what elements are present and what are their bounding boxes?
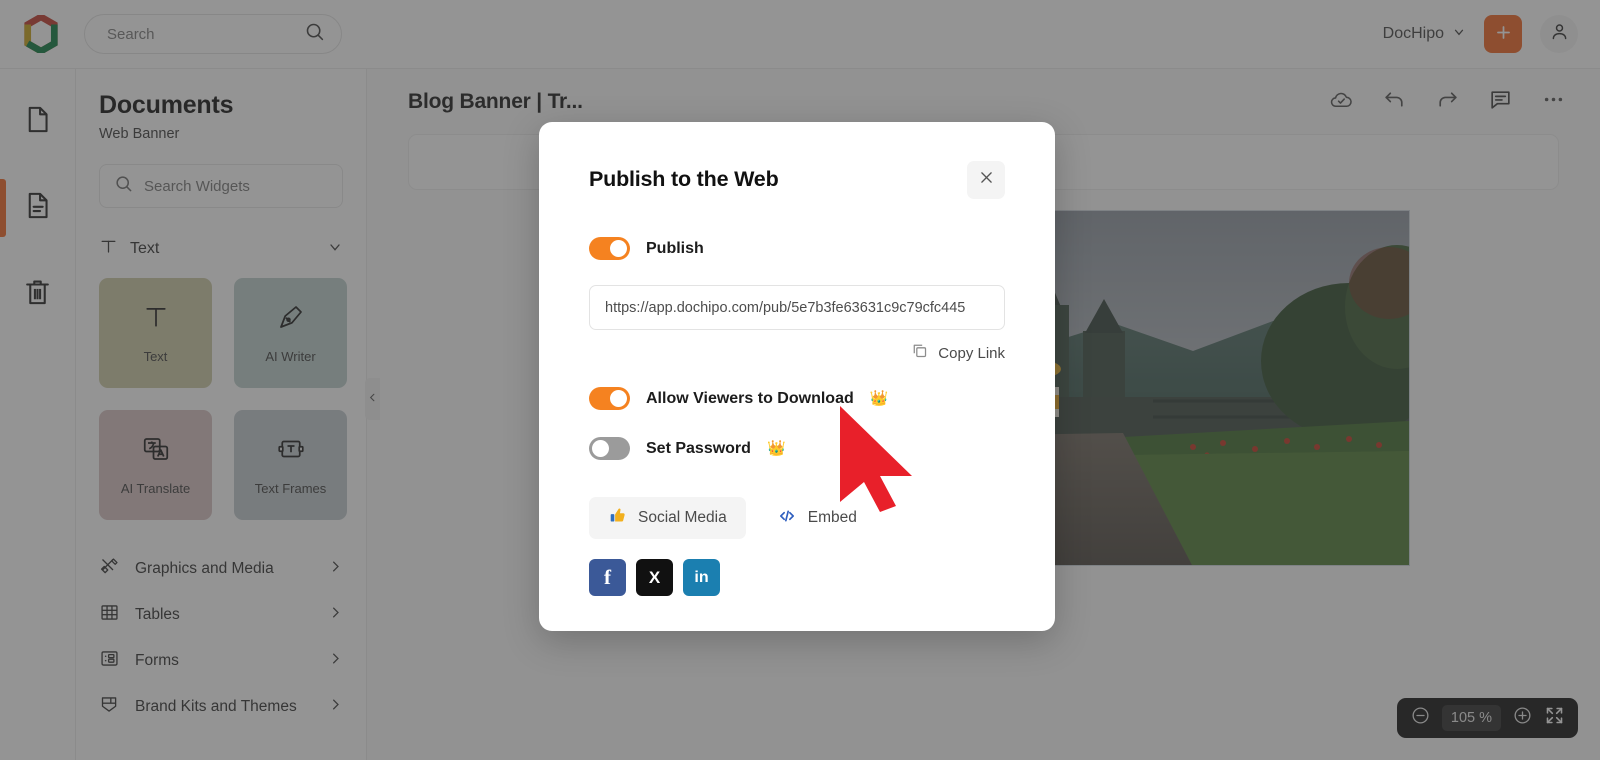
allow-download-label: Allow Viewers to Download (646, 389, 854, 407)
dialog-header: Publish to the Web (589, 122, 1005, 199)
tab-label: Social Media (638, 509, 727, 526)
social-share-buttons: f X in (589, 559, 1005, 596)
thumbs-up-icon (608, 506, 627, 530)
publish-toggle[interactable] (589, 237, 630, 260)
published-url-value: https://app.dochipo.com/pub/5e7b3fe63631… (605, 299, 966, 316)
published-url-input[interactable]: https://app.dochipo.com/pub/5e7b3fe63631… (589, 285, 1005, 330)
x-twitter-icon: X (648, 567, 661, 587)
allow-download-toggle[interactable] (589, 387, 630, 410)
facebook-share-button[interactable]: f (589, 559, 626, 596)
linkedin-share-button[interactable]: in (683, 559, 720, 596)
publish-to-web-dialog: Publish to the Web Publish https://app.d… (539, 122, 1055, 631)
allow-download-row: Allow Viewers to Download 👑 (589, 387, 1005, 410)
close-dialog-button[interactable] (967, 161, 1005, 199)
copy-link-button[interactable]: Copy Link (589, 341, 1005, 365)
dochipo-editor-app: Search DocHipo (0, 0, 1600, 760)
facebook-icon: f (604, 565, 611, 589)
dialog-title: Publish to the Web (589, 167, 779, 191)
copy-link-label: Copy Link (938, 344, 1005, 362)
crown-icon: 👑 (766, 440, 786, 457)
set-password-row: Set Password 👑 (589, 437, 1005, 460)
copy-icon (910, 341, 929, 365)
set-password-label: Set Password (646, 439, 751, 457)
close-x-icon (978, 169, 995, 191)
share-tabs: Social Media Embed (589, 497, 1005, 539)
set-password-toggle[interactable] (589, 437, 630, 460)
code-brackets-icon (777, 506, 797, 531)
linkedin-icon: in (694, 568, 709, 586)
publish-toggle-label: Publish (646, 239, 704, 257)
x-twitter-share-button[interactable]: X (636, 559, 673, 596)
mouse-arrow-pointer (824, 398, 928, 517)
publish-toggle-row: Publish (589, 237, 1005, 260)
tab-social-media[interactable]: Social Media (589, 497, 746, 539)
